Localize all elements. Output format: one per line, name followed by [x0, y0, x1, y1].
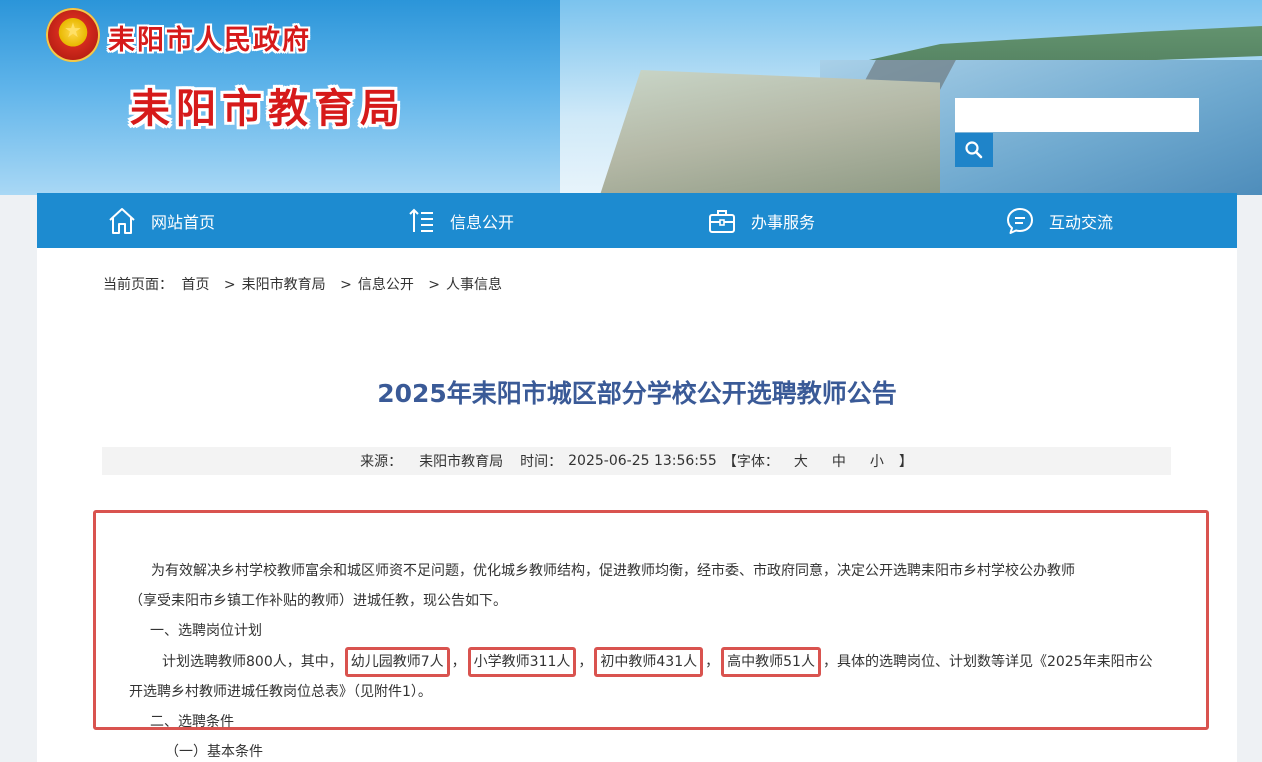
bureau-name: 耒阳市教育局: [130, 85, 406, 132]
banner-plaza: [600, 70, 940, 195]
article-meta: 来源： 耒阳市教育局 时间： 2025-06-25 13:56:55 【字体： …: [102, 447, 1171, 475]
nav-item-interaction[interactable]: 互动交流: [1005, 193, 1113, 248]
plan-comma: ，: [451, 654, 466, 670]
breadcrumb-item-personnel[interactable]: 人事信息: [446, 277, 502, 293]
nav-item-info[interactable]: 信息公开: [408, 193, 514, 248]
plan-comma: ，: [705, 654, 720, 670]
breadcrumb-prefix: 当前页面：: [103, 277, 173, 293]
meta-time: 2025-06-25 13:56:55: [568, 453, 717, 469]
breadcrumb: 当前页面： 首页 > 耒阳市教育局 > 信息公开 > 人事信息: [103, 274, 506, 294]
plan-comma: ，: [578, 654, 593, 670]
search-input[interactable]: [955, 98, 1199, 132]
article-title: 2025年耒阳市城区部分学校公开选聘教师公告: [377, 379, 897, 408]
nav-item-home[interactable]: 网站首页: [107, 193, 215, 248]
font-size-small-button[interactable]: 小: [870, 451, 884, 471]
search-button[interactable]: [955, 133, 993, 167]
section-heading-plan: 一、选聘岗位计划: [150, 623, 262, 639]
plan-suffix: 具体的选聘岗位、计划数等详见《2025年耒阳市公: [836, 654, 1153, 670]
intro-line-1: 为有效解决乡村学校教师富余和城区师资不足问题，优化城乡教师结构，促进教师均衡，经…: [151, 563, 1075, 579]
breadcrumb-separator: >: [340, 277, 352, 293]
section-heading-conditions: 二、选聘条件: [150, 714, 234, 730]
meta-source: 耒阳市教育局: [419, 454, 504, 470]
nav-label-info: 信息公开: [450, 212, 515, 232]
nav-label-service: 办事服务: [751, 212, 816, 232]
chat-icon: [1007, 207, 1033, 234]
intro-line-2: （享受耒阳市乡镇工作补贴的教师）进城任教，现公告如下。: [129, 593, 507, 609]
breadcrumb-item-home[interactable]: 首页: [181, 277, 209, 293]
font-size-large-button[interactable]: 大: [794, 451, 808, 471]
breadcrumb-separator: >: [428, 277, 441, 293]
plan-kindergarten-highlight: 幼儿园教师7人: [344, 647, 450, 677]
plan-prefix: 计划选聘教师800人，其中，: [162, 654, 343, 670]
meta-source-label: 来源：: [360, 454, 403, 470]
gov-name: 耒阳市人民政府: [108, 25, 311, 56]
site-header: 耒阳市人民政府 耒阳市教育局: [0, 0, 1262, 195]
content-panel: 当前页面： 首页 > 耒阳市教育局 > 信息公开 > 人事信息 2025年耒阳市城区部…: [37, 248, 1237, 762]
search-icon: [965, 141, 983, 159]
font-size-medium-button[interactable]: 中: [832, 451, 846, 471]
briefcase-icon: [709, 209, 735, 233]
meta-font-label: 【字体：: [722, 454, 779, 470]
main-nav: 网站首页 信息公开 办事服务 互动交流: [37, 193, 1237, 248]
plan-junior-highlight: 初中教师431人: [594, 647, 704, 677]
nav-label-interaction: 互动交流: [1049, 212, 1114, 232]
nav-item-service[interactable]: 办事服务: [707, 193, 815, 248]
plan-line-2: 开选聘乡村教师进城任教岗位总表》（见附件1）。: [129, 684, 432, 700]
home-icon: [109, 207, 135, 234]
meta-font-close: 】: [898, 454, 913, 470]
nav-label-home: 网站首页: [151, 212, 216, 232]
breadcrumb-separator: >: [223, 277, 236, 293]
list-icon: [409, 208, 433, 232]
breadcrumb-item-bureau[interactable]: 耒阳市教育局: [242, 277, 326, 293]
national-emblem-icon: [46, 8, 100, 62]
plan-senior-highlight: 高中教师51人: [721, 647, 821, 677]
plan-primary-highlight: 小学教师311人: [467, 647, 577, 677]
plan-line-1: 计划选聘教师800人，其中， 幼儿园教师7人，小学教师311人，初中教师431人，…: [162, 647, 1153, 677]
subsection-basic-conditions: （一）基本条件: [165, 744, 263, 760]
plan-comma: ，: [822, 654, 837, 670]
meta-time-label: 时间：: [520, 454, 563, 470]
breadcrumb-item-info[interactable]: 信息公开: [358, 277, 414, 293]
